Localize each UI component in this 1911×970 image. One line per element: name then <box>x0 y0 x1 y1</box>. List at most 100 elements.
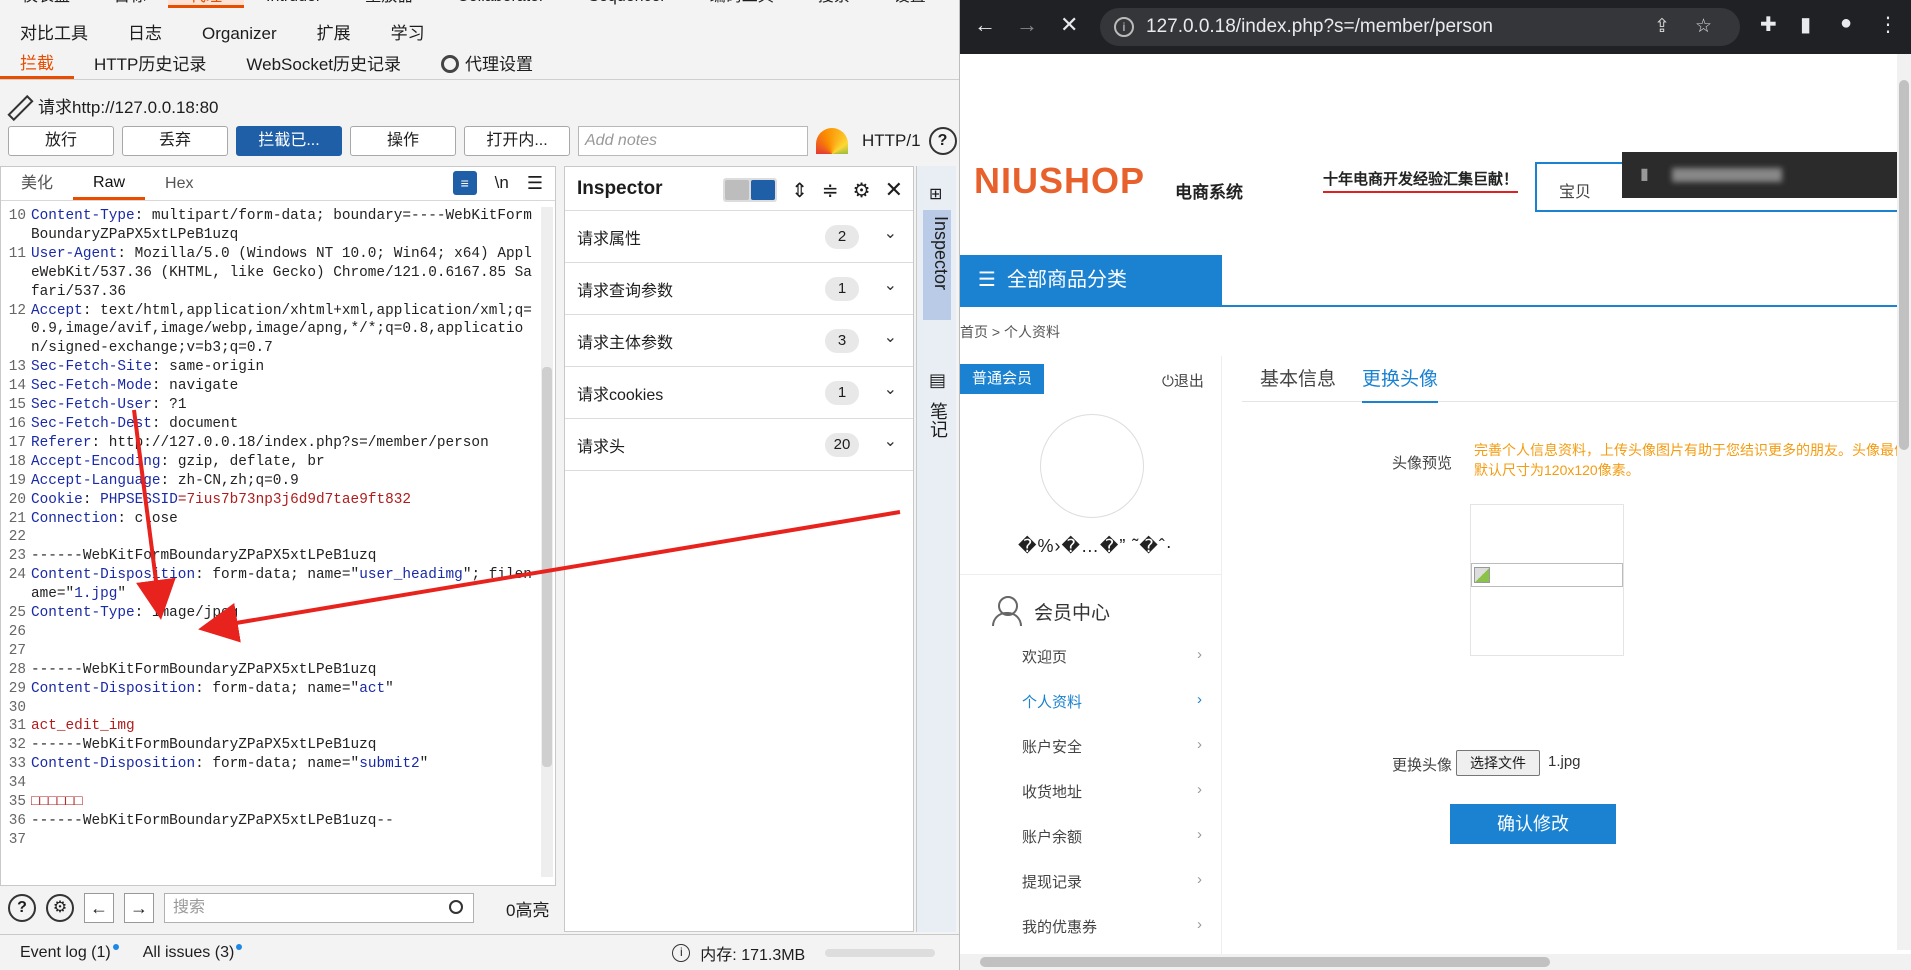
sidebar-item[interactable]: 欢迎页 › <box>1022 646 1212 667</box>
person-icon <box>992 596 1022 626</box>
chevron-down-icon[interactable]: ⌄ <box>884 223 897 243</box>
proxy-tab[interactable]: HTTP历史记录 <box>74 51 226 79</box>
menu-item[interactable]: 目标 <box>92 0 168 8</box>
layout-toggle[interactable] <box>723 178 778 202</box>
editor-scroll-thumb[interactable] <box>542 367 552 767</box>
request-body[interactable]: 10 Content-Type: multipart/form-data; bou… <box>1 207 541 879</box>
profile-icon[interactable]: ● <box>1840 12 1852 35</box>
all-categories-button[interactable]: ☰ 全部商品分类 <box>960 255 1222 305</box>
side-panel-icon[interactable]: ▮ <box>1800 12 1811 37</box>
newline-toggle[interactable]: \n <box>495 173 509 193</box>
count-badge: 1 <box>825 277 859 301</box>
help-icon[interactable]: ? <box>8 894 36 922</box>
code-line: 34 <box>1 774 541 793</box>
intercept-toggle-button[interactable]: 拦截已... <box>236 126 342 156</box>
action-button[interactable]: 操作 <box>350 126 456 156</box>
wrap-lines-icon[interactable]: ≡ <box>452 171 477 195</box>
sidebar-item[interactable]: 个人资料 › <box>1022 691 1212 712</box>
search-input[interactable]: 搜索 <box>164 893 474 923</box>
collapse-all-icon[interactable]: ≑ <box>822 178 839 203</box>
pencil-icon[interactable] <box>8 94 30 116</box>
menu-icon[interactable]: ☰ <box>527 173 543 194</box>
inspector-row[interactable]: 请求头 20 ⌄ <box>565 419 913 471</box>
event-log-link[interactable]: Event log (1) <box>20 943 119 962</box>
gear-icon[interactable]: ⚙ <box>853 178 871 203</box>
gear-icon[interactable]: ⚙ <box>46 894 74 922</box>
back-icon[interactable]: ← <box>974 12 996 38</box>
share-icon[interactable]: ⇪ <box>1654 8 1670 46</box>
inspector-row[interactable]: 请求主体参数 3 ⌄ <box>565 315 913 367</box>
tab-hex[interactable]: Hex <box>145 168 213 200</box>
logout-link[interactable]: ⏻退出 <box>1162 370 1204 391</box>
notes-side-icon[interactable]: ▤ <box>929 370 946 391</box>
drop-button[interactable]: 丢弃 <box>122 126 228 156</box>
page-hscrollbar[interactable] <box>960 954 1911 970</box>
tab-basic-info[interactable]: 基本信息 <box>1260 364 1336 391</box>
menu-item[interactable]: 扩展 <box>297 20 371 48</box>
forward-button[interactable]: 放行 <box>8 126 114 156</box>
proxy-tab[interactable]: 拦截 <box>0 51 74 79</box>
menu-item[interactable]: 编码工具 <box>688 0 796 8</box>
menu-item[interactable]: 日志 <box>108 20 182 48</box>
menu-item[interactable]: 仪表盘 <box>0 0 92 8</box>
chevron-down-icon[interactable]: ⌄ <box>884 379 897 399</box>
more-menu-icon[interactable]: ⋮ <box>1878 12 1898 37</box>
highlight-color-icon[interactable] <box>816 128 848 154</box>
chevron-down-icon[interactable]: ⌄ <box>884 327 897 347</box>
menu-item[interactable]: Collaborator <box>435 0 566 8</box>
sidebar-item[interactable]: 我的优惠券 › <box>1022 916 1212 937</box>
menu-item[interactable]: 学习 <box>371 20 445 48</box>
sidebar-item[interactable]: 账户安全 › <box>1022 736 1212 757</box>
menu-item[interactable]: 代理 <box>168 0 245 8</box>
memory-usage: 内存: 171.3MB <box>700 946 806 964</box>
confirm-button[interactable]: 确认修改 <box>1450 804 1616 844</box>
notes-input[interactable]: Add notes <box>578 126 808 156</box>
breadcrumb: 首页 > 个人资料 <box>960 324 1060 340</box>
page-hscroll-thumb[interactable] <box>980 957 1550 967</box>
stop-icon[interactable]: ✕ <box>1060 12 1078 38</box>
chevron-down-icon[interactable]: ⌄ <box>884 275 897 295</box>
site-info-icon[interactable]: i <box>1114 17 1134 37</box>
line-text: ------WebKitFormBoundaryZPaPX5xtLPeB1uzq <box>31 661 377 678</box>
side-tab-notes[interactable]: 笔记 <box>923 402 951 452</box>
inspector-row[interactable]: 请求查询参数 1 ⌄ <box>565 263 913 315</box>
menu-item[interactable]: 对比工具 <box>0 20 108 48</box>
expand-all-icon[interactable]: ⇕ <box>791 178 808 203</box>
tab-raw[interactable]: Raw <box>73 168 146 200</box>
arrow-right-icon[interactable]: → <box>124 893 154 923</box>
address-bar[interactable]: i 127.0.0.18/index.php?s=/member/person … <box>1100 8 1740 46</box>
http-version[interactable]: HTTP/1 <box>862 131 921 151</box>
all-issues-link[interactable]: All issues (3) <box>143 943 243 962</box>
menu-item[interactable]: 搜索 <box>796 0 872 8</box>
sidebar-item[interactable]: 收货地址 › <box>1022 781 1212 802</box>
side-tab-inspector[interactable]: Inspector <box>923 210 951 320</box>
chevron-down-icon[interactable]: ⌄ <box>884 431 897 451</box>
bookmark-star-icon[interactable]: ☆ <box>1695 8 1712 46</box>
open-browser-button[interactable]: 打开内... <box>464 126 570 156</box>
tab-pretty[interactable]: 美化 <box>1 168 73 200</box>
menu-item[interactable]: 重放器 <box>343 0 435 8</box>
forward-icon[interactable]: → <box>1016 12 1038 38</box>
preview-label: 头像预览 <box>1392 455 1453 472</box>
proxy-tab[interactable]: 代理设置 <box>421 51 553 79</box>
inspector-row[interactable]: 请求属性 2 ⌄ <box>565 211 913 263</box>
close-icon[interactable]: ✕ <box>885 177 903 203</box>
proxy-tab[interactable]: WebSocket历史记录 <box>226 51 421 79</box>
menu-item[interactable]: Sequencer <box>566 0 687 8</box>
extensions-icon[interactable]: ✚ <box>1760 12 1777 37</box>
line-number: 27 <box>8 642 26 659</box>
inspector-row[interactable]: 请求cookies 1 ⌄ <box>565 367 913 419</box>
sidebar-item[interactable]: 账户余额 › <box>1022 826 1212 847</box>
menu-item[interactable]: Intruder <box>244 0 343 8</box>
page-scroll-thumb[interactable] <box>1899 80 1909 450</box>
help-icon[interactable]: ? <box>928 127 957 155</box>
arrow-left-icon[interactable]: ← <box>84 893 114 923</box>
line-number: 13 <box>8 359 26 376</box>
inspector-side-icon[interactable]: ⊞ <box>929 184 942 204</box>
sidebar-item[interactable]: 提现记录 › <box>1022 871 1212 892</box>
menu-item[interactable]: 设置 <box>872 0 948 8</box>
choose-file-button[interactable]: 选择文件 <box>1456 750 1540 776</box>
tab-change-avatar[interactable]: 更换头像 <box>1362 364 1439 403</box>
menu-item[interactable]: Organizer <box>182 20 297 48</box>
niushop-logo[interactable]: NIUSHOP <box>974 160 1145 202</box>
